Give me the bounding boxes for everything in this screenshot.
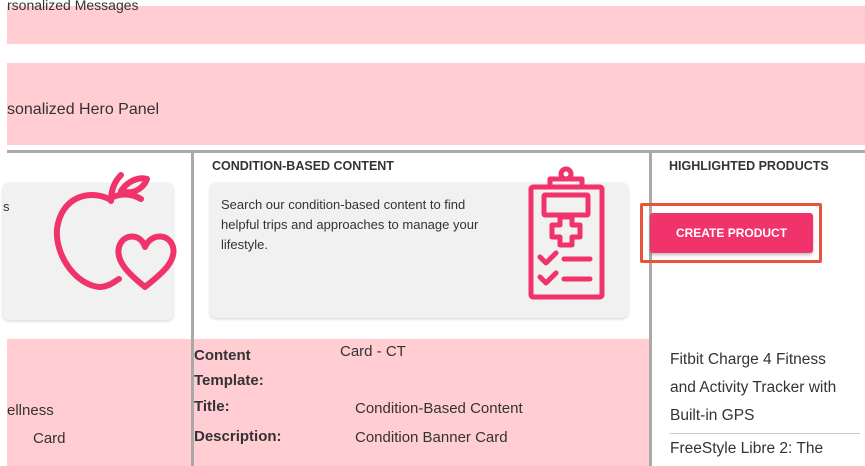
condition-content-details: Content Template: Card - CT Title: Condi…	[194, 339, 649, 466]
meta-label-title: Title:	[194, 398, 230, 415]
card-description: Search our condition-based content to fi…	[221, 197, 479, 252]
condition-content-column: CONDITION-BASED CONTENT Search our condi…	[194, 150, 652, 466]
left-info-area: ellness Card	[7, 339, 191, 466]
hero-panel-label: sonalized Hero Panel	[7, 101, 160, 118]
meta-value-title: Condition-Based Content	[355, 400, 523, 417]
meta-value-description: Condition Banner Card	[355, 429, 508, 446]
card-text-fragment: s	[3, 199, 10, 214]
left-line-1: ellness	[7, 402, 54, 419]
highlighted-products-column: HIGHLIGHTED PRODUCTS CREATE PRODUCT Fitb…	[640, 150, 865, 466]
left-line-2: Card	[33, 430, 66, 447]
band-title: rsonalized Messages	[7, 0, 139, 13]
left-column: s ellness Card	[3, 150, 194, 466]
meta-label-content-template: Content Template:	[194, 347, 264, 389]
product-item[interactable]: FreeStyle Libre 2: The	[670, 435, 855, 463]
create-product-button[interactable]: CREATE PRODUCT	[650, 213, 813, 253]
divider	[670, 433, 860, 434]
meta-label-description: Description:	[194, 428, 282, 445]
column-title: CONDITION-BASED CONTENT	[212, 159, 394, 173]
product-item[interactable]: Fitbit Charge 4 Fitness and Activity Tra…	[670, 346, 855, 430]
meta-value-content-template: Card - CT	[340, 343, 406, 360]
apple-heart-icon	[53, 172, 177, 290]
personalized-hero-panel-band: sonalized Hero Panel	[7, 63, 865, 145]
column-title: HIGHLIGHTED PRODUCTS	[669, 159, 829, 173]
clipboard-medical-icon	[528, 166, 605, 300]
personalized-messages-band: rsonalized Messages	[7, 0, 865, 44]
